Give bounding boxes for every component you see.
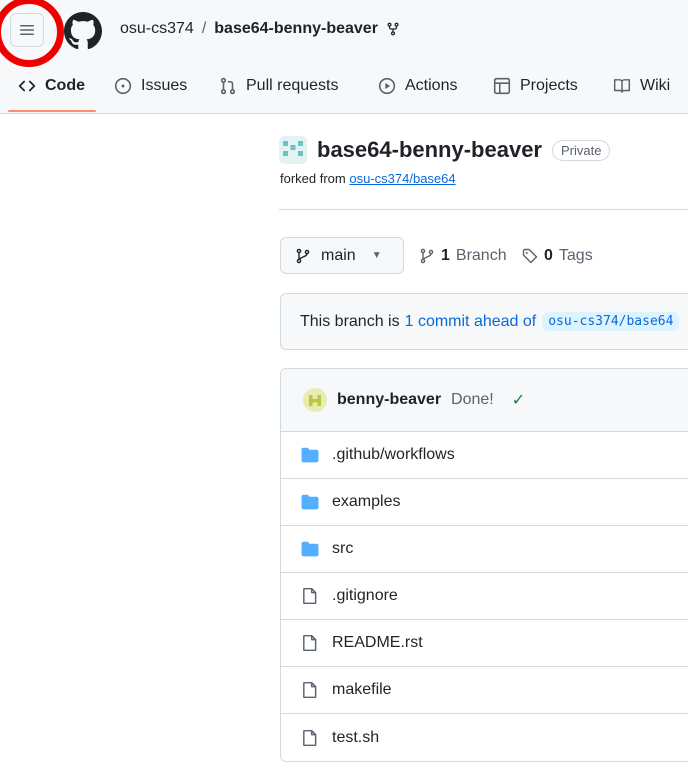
latest-commit-row: benny-beaver Done! ✓ [281, 369, 688, 432]
tab-pull-requests[interactable]: Pull requests [219, 66, 339, 106]
file-icon [303, 681, 317, 699]
tag-count: 0 [544, 247, 553, 264]
file-name[interactable]: examples [332, 493, 400, 511]
forked-from-text: forked from osu-cs374/base64 [280, 171, 456, 186]
breadcrumb-repo-link[interactable]: base64-benny-beaver [214, 20, 378, 38]
file-icon [303, 587, 317, 605]
breadcrumb-owner-link[interactable]: osu-cs374 [120, 20, 194, 38]
file-row[interactable]: src [281, 526, 688, 573]
play-icon [378, 77, 396, 95]
upstream-ref: osu-cs374/base64 [542, 312, 680, 331]
pull-request-icon [220, 77, 236, 95]
file-icon [303, 634, 317, 652]
branches-link[interactable]: 1 Branch [419, 247, 507, 265]
tab-projects[interactable]: Projects [493, 66, 578, 106]
tab-projects-label: Projects [520, 77, 578, 94]
tab-code-label: Code [45, 77, 85, 94]
ahead-prefix: This branch is [300, 312, 400, 330]
code-icon [18, 80, 36, 92]
file-name[interactable]: makefile [332, 681, 392, 699]
file-row[interactable]: examples [281, 479, 688, 526]
breadcrumb: osu-cs374 / base64-benny-beaver [120, 20, 400, 38]
branch-name: main [321, 246, 356, 264]
repo-nav-tabs: Code Issues Pull requests Actions Projec… [0, 66, 688, 112]
file-row[interactable]: makefile [281, 667, 688, 714]
tab-wiki-label: Wiki [640, 77, 671, 94]
repo-owner-avatar[interactable] [279, 136, 307, 164]
branch-count-label: Branch [455, 247, 507, 264]
tab-code[interactable]: Code [18, 66, 85, 106]
ahead-commits-link[interactable]: 1 commit ahead of [405, 313, 537, 331]
file-name[interactable]: test.sh [332, 729, 379, 747]
tag-count-label: Tags [558, 247, 593, 264]
visibility-badge: Private [552, 139, 611, 161]
tab-pull-requests-label: Pull requests [246, 77, 339, 94]
file-name[interactable]: .gitignore [332, 587, 398, 605]
file-row[interactable]: .gitignore [281, 573, 688, 620]
forked-from-prefix: forked from [280, 171, 346, 186]
forked-from-link[interactable]: osu-cs374/base64 [349, 171, 455, 186]
book-icon [613, 79, 631, 93]
fork-icon [387, 22, 399, 36]
file-row[interactable]: .github/workflows [281, 432, 688, 479]
commit-author[interactable]: benny-beaver [337, 391, 441, 409]
branch-icon [296, 248, 310, 263]
author-avatar[interactable] [303, 388, 327, 412]
file-name[interactable]: src [332, 540, 353, 558]
commit-message[interactable]: Done! [451, 391, 494, 409]
breadcrumb-separator: / [201, 20, 207, 37]
branch-select-button[interactable]: main ▼ [280, 237, 404, 274]
check-icon[interactable]: ✓ [512, 390, 525, 410]
hamburger-menu-button[interactable] [10, 13, 44, 47]
file-icon [303, 729, 317, 746]
file-list: .github/workflows examples src .gitignore RE… [281, 432, 688, 761]
file-name[interactable]: .github/workflows [332, 446, 455, 464]
active-tab-indicator [8, 110, 96, 112]
repo-title: base64-benny-beaver Private [279, 136, 611, 164]
divider [279, 209, 688, 210]
branch-ahead-banner: This branch is 1 commit ahead of osu-cs3… [280, 293, 688, 350]
file-browser: benny-beaver Done! ✓ .github/workflows ex… [280, 368, 688, 762]
issue-icon [114, 77, 132, 95]
repo-name[interactable]: base64-benny-beaver [317, 137, 542, 163]
folder-icon [301, 447, 319, 463]
tab-issues-label: Issues [141, 77, 188, 94]
tag-icon [522, 248, 538, 264]
chevron-down-icon: ▼ [371, 250, 382, 261]
file-row[interactable]: README.rst [281, 620, 688, 667]
tab-issues[interactable]: Issues [114, 66, 187, 106]
tab-actions-label: Actions [405, 77, 458, 94]
tab-wiki[interactable]: Wiki [613, 66, 670, 106]
folder-icon [301, 494, 319, 510]
folder-icon [301, 541, 319, 557]
branch-count-icon [420, 248, 434, 264]
hamburger-icon [20, 25, 34, 35]
tab-actions[interactable]: Actions [378, 66, 457, 106]
repo-header: osu-cs374 / base64-benny-beaver Code Iss… [0, 0, 688, 114]
tags-link[interactable]: 0 Tags [522, 247, 593, 265]
github-logo-icon[interactable] [64, 12, 102, 50]
table-icon [493, 77, 511, 95]
file-row[interactable]: test.sh [281, 714, 688, 761]
file-name[interactable]: README.rst [332, 634, 423, 652]
branch-count: 1 [441, 247, 450, 264]
